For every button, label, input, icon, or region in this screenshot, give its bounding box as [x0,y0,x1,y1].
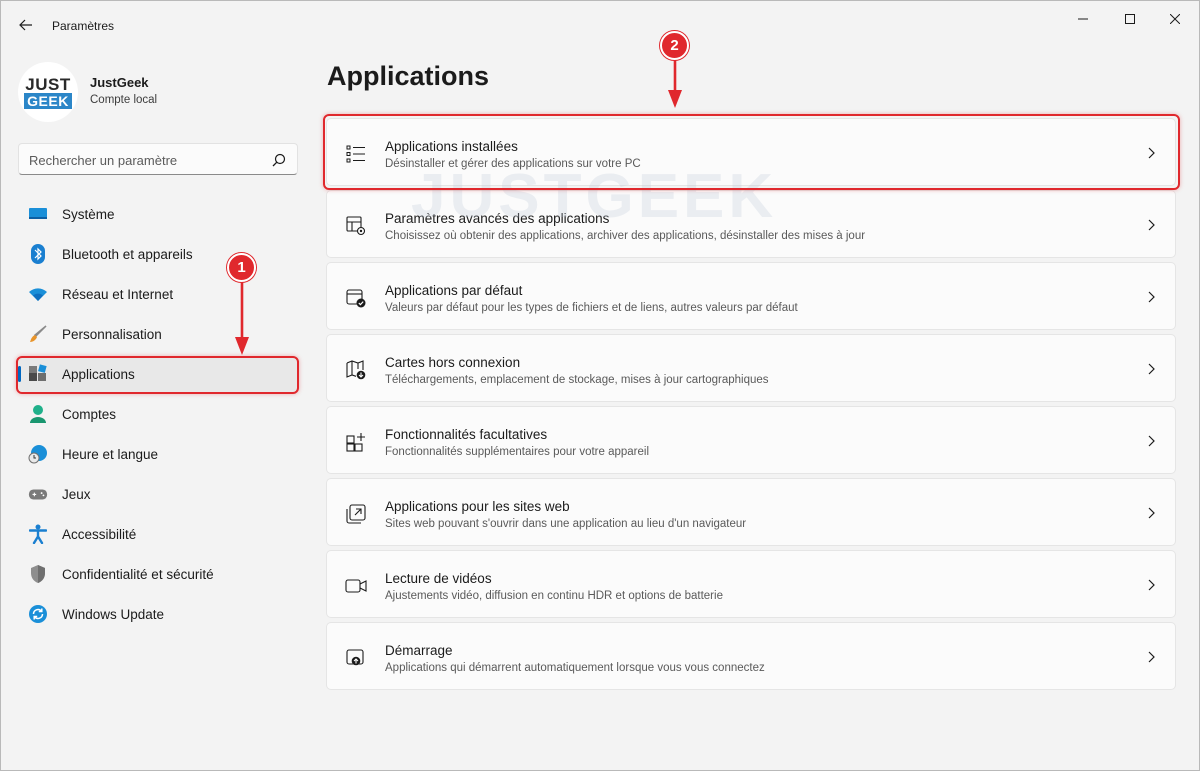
avatar[interactable]: JUST GEEK [18,62,78,122]
sidebar-item-label: Comptes [62,407,117,422]
sidebar-item-comptes[interactable]: Comptes [18,396,298,432]
card-title: Démarrage [385,643,453,658]
add-features-icon [345,431,367,453]
chevron-right-icon [1148,219,1155,231]
sidebar-item-systeme[interactable]: Système [18,196,298,232]
back-button[interactable] [15,14,37,36]
title-bar: Paramètres [1,1,1199,51]
refresh-icon [28,604,48,624]
globe-clock-icon [28,444,48,464]
sidebar-item-confidentialite[interactable]: Confidentialité et sécurité [18,556,298,592]
default-apps-icon [345,287,367,309]
sidebar-item-accessibilite[interactable]: Accessibilité [18,516,298,552]
highlight-box-applications [16,356,299,394]
card-title: Paramètres avancés des applications [385,211,610,226]
video-icon [345,575,367,597]
maximize-icon [1125,14,1135,24]
back-arrow-icon [19,19,32,31]
card-lecture-videos[interactable]: Lecture de vidéos Ajustements vidéo, dif… [326,550,1176,618]
card-applications-par-defaut[interactable]: Applications par défaut Valeurs par défa… [326,262,1176,330]
highlight-box-installed-apps [323,114,1180,190]
close-button[interactable] [1153,5,1197,33]
profile-account-type: Compte local [90,94,158,106]
settings-card-list: Applications installées Désinstaller et … [326,118,1176,694]
sidebar-nav: Système Bluetooth et appareils Réseau et… [18,196,298,636]
app-settings-icon [345,215,367,237]
chevron-right-icon [1148,579,1155,591]
close-icon [1170,14,1180,24]
gamepad-icon [28,484,48,504]
open-in-app-icon [345,503,367,525]
card-applications-sites-web[interactable]: Applications pour les sites web Sites we… [326,478,1176,546]
logo-text-top: JUST [25,74,71,94]
annotation-arrow-1 [235,279,249,355]
chevron-right-icon [1148,651,1155,663]
monitor-icon [28,204,48,224]
card-demarrage[interactable]: Démarrage Applications qui démarrent aut… [326,622,1176,690]
chevron-right-icon [1148,435,1155,447]
profile-name: JustGeek [90,75,149,90]
card-title: Fonctionnalités facultatives [385,427,548,442]
accessibility-icon [28,524,48,544]
wifi-icon [28,284,48,304]
card-description: Fonctionnalités supplémentaires pour vot… [385,446,650,458]
page-title: Applications [327,61,490,91]
annotation-arrow-2 [668,58,682,108]
minimize-icon [1078,18,1088,20]
card-description: Ajustements vidéo, diffusion en continu … [385,590,723,602]
step-badge-2: 2 [660,31,689,60]
sidebar-item-label: Accessibilité [62,527,137,542]
sidebar-item-label: Heure et langue [62,447,159,462]
sidebar-item-label: Bluetooth et appareils [62,247,193,262]
sidebar-item-personnalisation[interactable]: Personnalisation [18,316,298,352]
chevron-right-icon [1148,363,1155,375]
card-title: Cartes hors connexion [385,355,521,370]
card-description: Choisissez où obtenir des applications, … [385,230,866,242]
sidebar-item-reseau[interactable]: Réseau et Internet [18,276,298,312]
card-title: Applications par défaut [385,283,523,298]
sidebar-item-label: Jeux [62,487,91,502]
sidebar-item-label: Windows Update [62,607,165,622]
card-description: Valeurs par défaut pour les types de fic… [385,302,798,314]
card-parametres-avances[interactable]: Paramètres avancés des applications Choi… [326,190,1176,258]
sidebar-item-bluetooth[interactable]: Bluetooth et appareils [18,236,298,272]
card-description: Applications qui démarrent automatiqueme… [385,662,765,674]
sidebar-item-label: Personnalisation [62,327,162,342]
card-title: Applications pour les sites web [385,499,570,514]
sidebar-item-windows-update[interactable]: Windows Update [18,596,298,632]
minimize-button[interactable] [1061,5,1105,33]
step-badge-1: 1 [227,253,256,282]
chevron-right-icon [1148,507,1155,519]
card-fonctionnalites-facultatives[interactable]: Fonctionnalités facultatives Fonctionnal… [326,406,1176,474]
card-description: Téléchargements, emplacement de stockage… [385,374,769,386]
sidebar-item-label: Réseau et Internet [62,287,174,302]
card-title: Lecture de vidéos [385,571,492,586]
search-box[interactable] [18,143,298,175]
brush-icon [28,324,48,344]
sidebar-item-heure-langue[interactable]: Heure et langue [18,436,298,472]
shield-icon [28,564,48,584]
card-cartes-hors-connexion[interactable]: Cartes hors connexion Téléchargements, e… [326,334,1176,402]
settings-window: Paramètres JUST GEEK JustGeek Compte loc… [0,0,1200,771]
card-description: Sites web pouvant s'ouvrir dans une appl… [385,518,747,530]
logo-text-bottom: GEEK [24,92,72,109]
bluetooth-icon [28,244,48,264]
search-input[interactable] [29,150,264,170]
person-icon [28,404,48,424]
window-title: Paramètres [52,19,115,33]
offline-map-icon [345,359,367,381]
startup-icon [345,647,367,669]
chevron-right-icon [1148,291,1155,303]
search-icon[interactable] [272,153,286,167]
maximize-button[interactable] [1108,5,1152,33]
sidebar-item-label: Système [62,207,115,222]
sidebar-item-label: Confidentialité et sécurité [62,567,214,582]
sidebar-item-jeux[interactable]: Jeux [18,476,298,512]
